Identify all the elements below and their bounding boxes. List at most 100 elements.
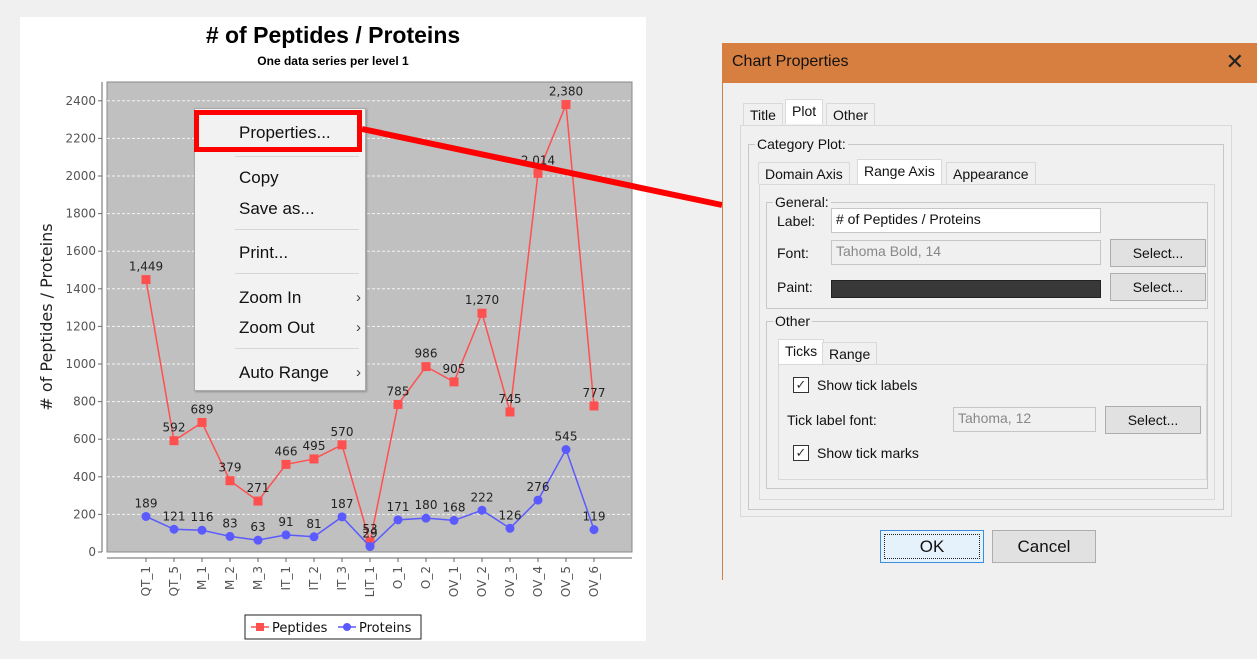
data-point [281, 530, 291, 540]
y-tick-label: 2200 [65, 131, 96, 145]
y-tick-label: 1000 [65, 357, 96, 371]
y-tick-label: 0 [88, 545, 96, 559]
y-tick-label: 800 [73, 395, 96, 409]
font-select-button[interactable]: Select... [1110, 239, 1206, 267]
submenu-arrow-icon: › [356, 364, 361, 381]
subtab-appearance[interactable]: Appearance [946, 162, 1036, 184]
data-label: 495 [303, 439, 326, 453]
y-axis-label: # of Peptides / Proteins [37, 223, 56, 410]
data-point [141, 275, 151, 285]
data-label: 785 [387, 384, 410, 398]
x-tick-label: LIT_1 [363, 566, 377, 597]
category-plot-group: Category Plot: Domain Axis Range Axis Ap… [748, 136, 1224, 510]
menu-item-label: Zoom Out [239, 318, 315, 337]
show-tick-marks-checkbox[interactable]: ✓ [793, 445, 809, 461]
data-label: 81 [306, 517, 321, 531]
menu-item-print[interactable]: Print... [239, 240, 359, 266]
close-icon[interactable]: ✕ [1226, 49, 1244, 75]
data-point [365, 542, 375, 552]
legend-label-peptides: Peptides [272, 621, 328, 636]
data-point [589, 525, 599, 535]
data-point [169, 524, 179, 534]
legend-marker-peptides [256, 623, 264, 631]
data-label: 119 [583, 510, 606, 524]
x-tick-label: O_1 [391, 566, 405, 589]
y-tick-label: 1400 [65, 282, 96, 296]
data-point [309, 454, 319, 464]
data-label: 91 [278, 515, 293, 529]
menu-item-label: Save as... [239, 199, 315, 218]
data-label: 570 [331, 425, 354, 439]
menu-item-zoom-out[interactable]: Zoom Out › [239, 315, 361, 341]
menu-item-copy[interactable]: Copy [239, 165, 359, 191]
data-point [449, 377, 459, 387]
category-plot-label: Category Plot: [755, 136, 848, 152]
tab-other[interactable]: Other [826, 103, 876, 125]
x-tick-label: OV_2 [475, 566, 489, 597]
menu-item-zoom-in[interactable]: Zoom In › [239, 285, 361, 311]
dialog-title: Chart Properties [732, 53, 849, 70]
x-tick-label: O_2 [419, 566, 433, 589]
y-tick-label: 1800 [65, 207, 96, 221]
x-tick-label: M_2 [223, 566, 237, 590]
menu-separator [235, 348, 359, 349]
data-label: 222 [471, 490, 494, 504]
data-label: 180 [415, 498, 438, 512]
data-point [589, 401, 599, 411]
other-label: Other [773, 313, 813, 329]
data-label: 271 [247, 481, 270, 495]
menu-separator [235, 229, 359, 230]
data-point [561, 445, 571, 455]
menu-item-label: Auto Range [239, 363, 329, 382]
cancel-button[interactable]: Cancel [992, 530, 1096, 563]
axis-label-input[interactable]: # of Peptides / Proteins [831, 208, 1101, 233]
data-label: 276 [527, 480, 550, 494]
data-label: 1,449 [129, 260, 163, 274]
chart-subtitle: One data series per level 1 [257, 54, 409, 68]
menu-item-label: Copy [239, 168, 279, 187]
subtab-range[interactable]: Range [822, 342, 878, 364]
dialog-titlebar[interactable]: Chart Properties ✕ [723, 43, 1257, 83]
menu-separator [235, 156, 359, 157]
menu-item-auto-range[interactable]: Auto Range › [239, 360, 361, 386]
menu-item-save-as[interactable]: Save as... [239, 196, 359, 222]
chart-properties-dialog: Chart Properties ✕ Title Plot Other Cate… [722, 43, 1257, 580]
ok-button[interactable]: OK [880, 530, 984, 563]
x-tick-label: QT_5 [167, 566, 181, 596]
paint-select-button[interactable]: Select... [1110, 273, 1206, 301]
y-tick-label: 600 [73, 432, 96, 446]
data-label: 83 [222, 516, 237, 530]
tick-label-font-label: Tick label font: [787, 412, 877, 428]
show-tick-labels-checkbox[interactable]: ✓ [793, 377, 809, 393]
data-point [337, 440, 347, 450]
tab-title[interactable]: Title [743, 103, 783, 125]
y-tick-label: 200 [73, 507, 96, 521]
data-label: 1,270 [465, 293, 499, 307]
data-label: 171 [387, 500, 410, 514]
data-label: 126 [499, 508, 522, 522]
tab-plot[interactable]: Plot [785, 99, 824, 124]
paint-swatch[interactable] [831, 280, 1101, 298]
data-point [393, 399, 403, 409]
plot-tab-panel: Category Plot: Domain Axis Range Axis Ap… [740, 125, 1232, 517]
subtab-domain-axis[interactable]: Domain Axis [758, 162, 850, 184]
x-tick-label: OV_1 [447, 566, 461, 597]
other-group: Other Ticks Range ✓ Show tick labels Tic… [766, 313, 1208, 489]
data-point [197, 417, 207, 427]
subtab-ticks[interactable]: Ticks [778, 339, 825, 364]
paint-field-label: Paint: [777, 279, 813, 295]
subtab-range-axis[interactable]: Range Axis [857, 159, 942, 184]
data-point [253, 535, 263, 545]
data-point [449, 515, 459, 525]
data-point [421, 362, 431, 372]
data-label: 29 [362, 527, 377, 541]
data-point [561, 100, 571, 110]
menu-separator [235, 273, 359, 274]
range-axis-panel: General: Label: # of Peptides / Proteins… [759, 184, 1215, 500]
data-label: 121 [163, 509, 186, 523]
legend-marker-proteins [343, 623, 351, 631]
data-point [141, 511, 151, 521]
data-point [477, 505, 487, 515]
tick-font-select-button[interactable]: Select... [1105, 406, 1201, 434]
tick-label-font-field: Tahoma, 12 [953, 407, 1096, 432]
